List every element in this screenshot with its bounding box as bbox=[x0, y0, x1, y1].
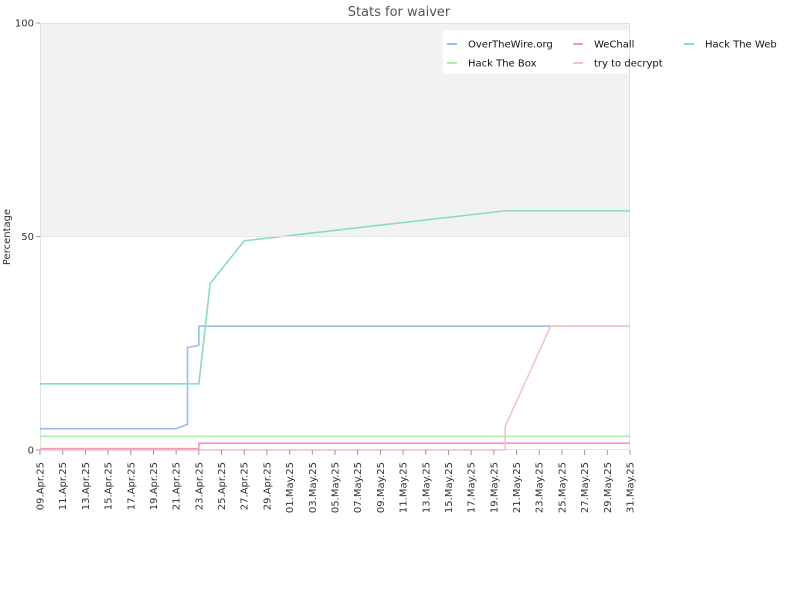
x-tick-label: 09.May.25 bbox=[376, 462, 387, 513]
x-tick-label: 25.Apr.25 bbox=[217, 462, 228, 510]
legend-entry-2: Hack The Web bbox=[705, 40, 777, 51]
line-chart: 0 50 100 09.Apr.25 11.Apr.25 13.Apr.25 15.Apr.… bbox=[2, 5, 777, 513]
x-tick-label: 29.May.25 bbox=[603, 462, 614, 513]
x-tick-label: 29.Apr.25 bbox=[262, 462, 273, 510]
legend-entry-4: try to decrypt bbox=[594, 59, 663, 70]
y-tick-label: 50 bbox=[21, 232, 34, 243]
chart-root: 0 50 100 09.Apr.25 11.Apr.25 13.Apr.25 15.Apr.… bbox=[0, 0, 800, 600]
x-tick-label: 05.May.25 bbox=[331, 462, 342, 513]
legend: OverTheWire.org WeChall Hack The Web Hack T… bbox=[443, 30, 777, 74]
chart-title: Stats for waiver bbox=[348, 5, 451, 20]
legend-entry-1: WeChall bbox=[594, 40, 634, 51]
x-tick-label: 17.May.25 bbox=[467, 462, 478, 513]
x-tick-label: 25.May.25 bbox=[557, 462, 568, 513]
x-tick-label: 21.May.25 bbox=[512, 462, 523, 513]
x-tick-label: 27.Apr.25 bbox=[240, 462, 251, 510]
legend-entry-3: Hack The Box bbox=[468, 59, 537, 70]
x-tick-label: 03.May.25 bbox=[308, 462, 319, 513]
x-tick-label: 01.May.25 bbox=[285, 462, 296, 513]
x-tick-label: 11.May.25 bbox=[399, 462, 410, 513]
y-axis-label: Percentage bbox=[2, 209, 13, 265]
x-tick-label: 19.May.25 bbox=[489, 462, 500, 513]
x-tick-label: 13.Apr.25 bbox=[81, 462, 92, 510]
legend-entry-0: OverTheWire.org bbox=[468, 40, 553, 51]
x-tick-label: 31.May.25 bbox=[626, 462, 637, 513]
x-tick-label: 19.Apr.25 bbox=[149, 462, 160, 510]
x-tick-label: 21.Apr.25 bbox=[172, 462, 183, 510]
x-tick-label: 07.May.25 bbox=[353, 462, 364, 513]
x-tick-label: 15.May.25 bbox=[444, 462, 455, 513]
x-tick-label: 27.May.25 bbox=[580, 462, 591, 513]
x-tick-label: 15.Apr.25 bbox=[104, 462, 115, 510]
y-tick-label: 100 bbox=[15, 19, 34, 30]
x-tick-label: 23.May.25 bbox=[535, 462, 546, 513]
x-tick-label: 11.Apr.25 bbox=[58, 462, 69, 510]
x-tick-label: 23.Apr.25 bbox=[194, 462, 205, 510]
x-tick-label: 17.Apr.25 bbox=[126, 462, 137, 510]
y-tick-label: 0 bbox=[28, 446, 34, 457]
x-tick-label: 13.May.25 bbox=[421, 462, 432, 513]
x-tick-label: 09.Apr.25 bbox=[36, 462, 47, 510]
